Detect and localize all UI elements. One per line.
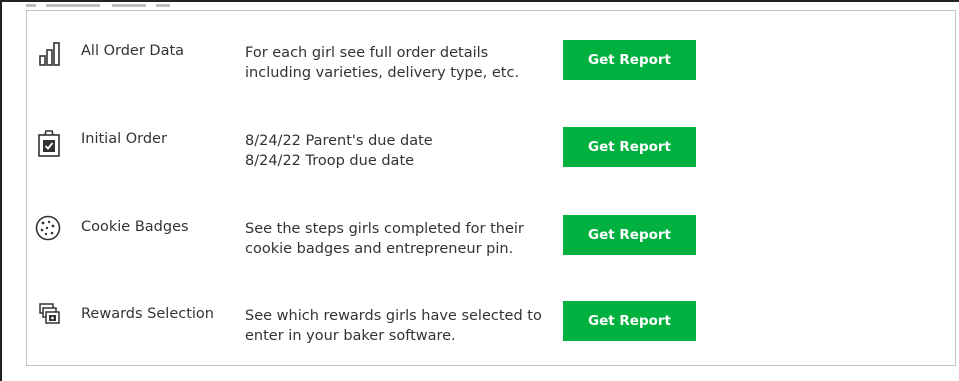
report-description-line: enter in your baker software. bbox=[245, 328, 456, 344]
reports-panel: All Order Data For each girl see full or… bbox=[26, 10, 956, 366]
report-label: Rewards Selection bbox=[81, 306, 214, 322]
cookie-icon bbox=[35, 215, 61, 241]
report-description-line: 8/24/22 Troop due date bbox=[245, 153, 415, 169]
report-description-line: cookie badges and entrepreneur pin. bbox=[245, 241, 514, 257]
get-report-button-all-order-data[interactable]: Get Report bbox=[563, 40, 696, 80]
page-frame: All Order Data For each girl see full or… bbox=[0, 0, 959, 381]
report-description: See the steps girls completed for their … bbox=[245, 219, 565, 259]
report-description-line: See the steps girls completed for their bbox=[245, 221, 524, 237]
report-description-line: For each girl see full order details bbox=[245, 45, 489, 61]
report-label: Initial Order bbox=[81, 131, 167, 147]
report-description: 8/24/22 Parent's due date 8/24/22 Troop … bbox=[245, 131, 565, 171]
cut-off-header-text bbox=[112, 4, 146, 7]
report-description-line: 8/24/22 Parent's due date bbox=[245, 133, 433, 149]
report-row-cookie-badges: Cookie Badges See the steps girls comple… bbox=[27, 215, 955, 276]
get-report-button-cookie-badges[interactable]: Get Report bbox=[563, 215, 696, 255]
report-row-rewards-selection: Rewards Selection See which rewards girl… bbox=[27, 301, 955, 363]
report-description-line: including varieties, delivery type, etc. bbox=[245, 65, 520, 81]
cut-off-header-text bbox=[46, 4, 100, 7]
clipboard-check-icon bbox=[37, 130, 61, 158]
rewards-icon bbox=[39, 303, 61, 325]
cut-off-header-text bbox=[26, 4, 36, 7]
get-report-button-rewards-selection[interactable]: Get Report bbox=[563, 301, 696, 341]
report-row-initial-order: Initial Order 8/24/22 Parent's due date … bbox=[27, 127, 955, 188]
report-description: See which rewards girls have selected to… bbox=[245, 306, 565, 346]
bar-chart-icon bbox=[39, 42, 61, 66]
report-description-line: See which rewards girls have selected to bbox=[245, 308, 542, 324]
report-label: Cookie Badges bbox=[81, 219, 189, 235]
report-description: For each girl see full order details inc… bbox=[245, 43, 565, 83]
report-label: All Order Data bbox=[81, 43, 185, 59]
report-row-all-order-data: All Order Data For each girl see full or… bbox=[27, 40, 955, 100]
cut-off-header-text bbox=[156, 4, 170, 7]
get-report-button-initial-order[interactable]: Get Report bbox=[563, 127, 696, 167]
